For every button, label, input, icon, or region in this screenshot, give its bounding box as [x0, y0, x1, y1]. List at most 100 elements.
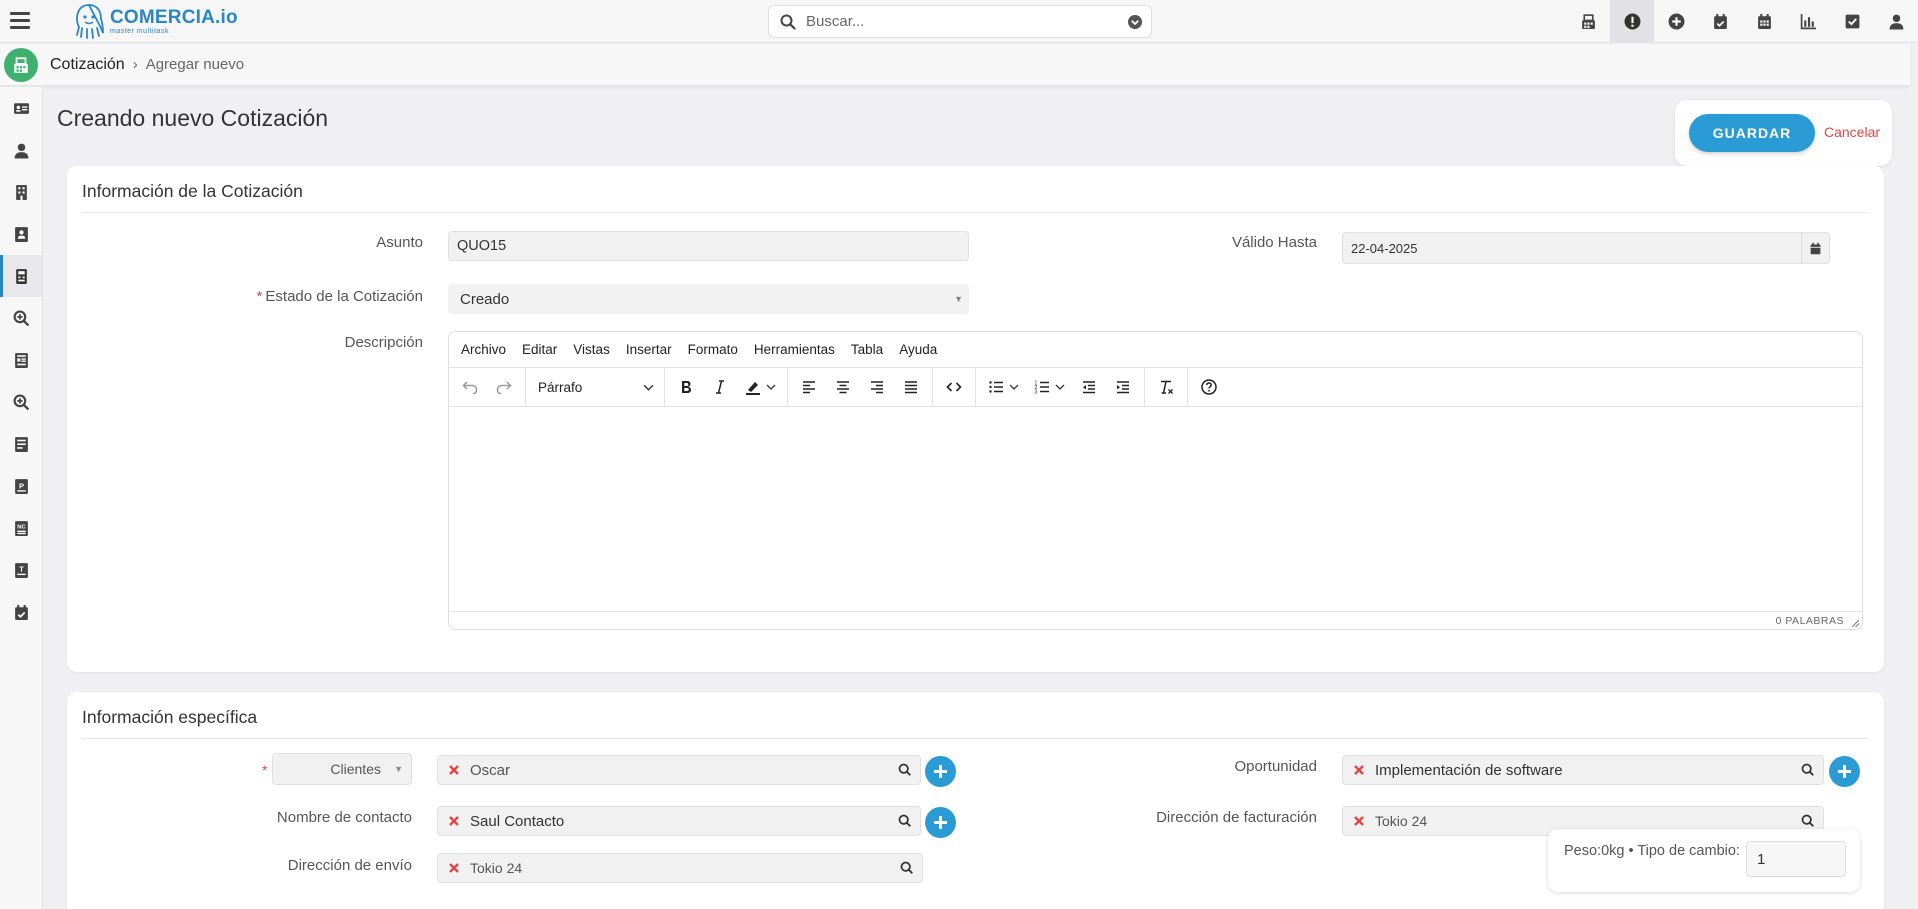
clear-format-group: [1145, 368, 1188, 406]
app-logo[interactable]: COMERCIA.io master multitask: [72, 2, 238, 40]
menu-tabla[interactable]: Tabla: [851, 342, 883, 357]
undo-button[interactable]: [453, 372, 487, 402]
search-icon[interactable]: [898, 763, 912, 777]
outdent-button[interactable]: [1072, 372, 1106, 402]
clear-icon[interactable]: [448, 815, 460, 827]
text-style-group: [665, 368, 788, 406]
menu-ayuda[interactable]: Ayuda: [899, 342, 937, 357]
code-icon: [946, 382, 962, 392]
sidebar-item-credit-notes[interactable]: NC: [0, 507, 42, 549]
alerts-button[interactable]: [1610, 0, 1654, 43]
search-icon[interactable]: [898, 814, 912, 828]
resize-handle-icon[interactable]: [1851, 619, 1859, 627]
add-client-button[interactable]: [925, 756, 956, 787]
indent-button[interactable]: [1106, 372, 1140, 402]
checklist-button[interactable]: [1830, 0, 1874, 43]
exchange-rate-value: 1: [1757, 850, 1766, 868]
clear-icon[interactable]: [448, 764, 460, 776]
sidebar-item-quotes[interactable]: [0, 255, 42, 297]
clear-icon[interactable]: [448, 862, 460, 874]
oportunidad-field[interactable]: Implementación de software: [1342, 755, 1824, 785]
valido-hasta-field[interactable]: 22-04-2025: [1342, 232, 1830, 264]
hamburger-menu-icon[interactable]: [10, 12, 30, 30]
sidebar-item-search-opportunities[interactable]: [0, 381, 42, 423]
date-picker-button[interactable]: [1801, 233, 1829, 263]
bullet-list-button[interactable]: [980, 372, 1026, 402]
sidebar-item-catalog[interactable]: [0, 423, 42, 465]
menu-vistas[interactable]: Vistas: [573, 342, 610, 357]
menu-archivo[interactable]: Archivo: [461, 342, 506, 357]
editor-content-area[interactable]: [449, 407, 1862, 612]
align-center-button[interactable]: [826, 372, 860, 402]
numbered-list-button[interactable]: 123: [1026, 372, 1072, 402]
invoice-icon: [14, 352, 28, 368]
clear-formatting-button[interactable]: [1149, 372, 1183, 402]
align-right-button[interactable]: [860, 372, 894, 402]
indent-icon: [1117, 381, 1129, 394]
align-justify-button[interactable]: [894, 372, 928, 402]
contact-field[interactable]: Saul Contacto: [437, 806, 921, 836]
related-module-select[interactable]: Clientes ▼: [272, 753, 412, 785]
contact-book-icon: [14, 226, 28, 242]
calculator-button[interactable]: [1566, 0, 1610, 43]
menu-editar[interactable]: Editar: [522, 342, 557, 357]
client-value: Oscar: [470, 761, 511, 779]
sidebar-item-contacts[interactable]: [0, 129, 42, 171]
search-icon[interactable]: [900, 861, 914, 875]
facturacion-label: Dirección de facturación: [1156, 809, 1317, 826]
clear-icon[interactable]: [1353, 815, 1365, 827]
user-menu-button[interactable]: [1874, 0, 1918, 43]
sidebar-item-companies[interactable]: [0, 171, 42, 213]
search-plus-icon: [13, 394, 29, 410]
sidebar-item-invoices[interactable]: [0, 339, 42, 381]
block-format-value: Párrafo: [538, 379, 583, 395]
section-divider: [82, 212, 1869, 213]
menu-insertar[interactable]: Insertar: [626, 342, 672, 357]
add-opportunity-button[interactable]: [1829, 756, 1860, 787]
editor-toolbar: Párrafo 123: [449, 368, 1862, 407]
plus-icon: [1838, 765, 1851, 778]
sidebar-item-address-book[interactable]: [0, 213, 42, 255]
search-icon[interactable]: [1801, 763, 1815, 777]
menu-formato[interactable]: Formato: [688, 342, 738, 357]
source-code-button[interactable]: [937, 372, 971, 402]
sidebar-item-search-leads[interactable]: [0, 297, 42, 339]
calendar-button[interactable]: [1742, 0, 1786, 43]
id-card-icon: [13, 102, 29, 114]
user-icon: [14, 143, 28, 158]
shipping-address-field[interactable]: Tokio 24: [437, 853, 923, 883]
search-icon[interactable]: [1801, 814, 1815, 828]
chevron-down-circle-icon[interactable]: [1127, 14, 1143, 30]
clear-icon[interactable]: [1353, 764, 1365, 776]
redo-button[interactable]: [487, 372, 521, 402]
client-field[interactable]: Oscar: [437, 755, 921, 785]
search-input[interactable]: [806, 13, 1126, 30]
bar-chart-icon: [1800, 14, 1816, 30]
quick-create-button[interactable]: [1654, 0, 1698, 43]
shipping-address-value: Tokio 24: [470, 860, 523, 876]
help-button[interactable]: [1192, 372, 1226, 402]
estado-value: Creado: [460, 290, 510, 308]
reports-button[interactable]: [1786, 0, 1830, 43]
sidebar-item-tickets[interactable]: T: [0, 549, 42, 591]
calendar-check-icon: [14, 604, 28, 620]
module-badge[interactable]: [4, 47, 38, 82]
chevron-down-icon: [643, 384, 654, 391]
sidebar-item-purchase-orders[interactable]: P: [0, 465, 42, 507]
sidebar-item-activities[interactable]: [0, 591, 42, 633]
bold-button[interactable]: [669, 372, 703, 402]
exchange-rate-input[interactable]: 1: [1746, 841, 1846, 877]
save-button[interactable]: GUARDAR: [1689, 114, 1815, 152]
cancel-link[interactable]: Cancelar: [1824, 124, 1880, 140]
block-format-select[interactable]: Párrafo: [530, 372, 660, 402]
align-left-button[interactable]: [792, 372, 826, 402]
highlight-color-button[interactable]: [737, 372, 783, 402]
asunto-field[interactable]: QUO15: [448, 231, 969, 261]
breadcrumb-module-link[interactable]: Cotización: [50, 56, 125, 74]
add-contact-button[interactable]: [925, 807, 956, 838]
sidebar-item-organizations-card[interactable]: [0, 87, 42, 129]
tasks-calendar-button[interactable]: [1698, 0, 1742, 43]
italic-button[interactable]: [703, 372, 737, 402]
estado-select[interactable]: Creado ▼: [448, 284, 969, 314]
menu-herramientas[interactable]: Herramientas: [754, 342, 835, 357]
